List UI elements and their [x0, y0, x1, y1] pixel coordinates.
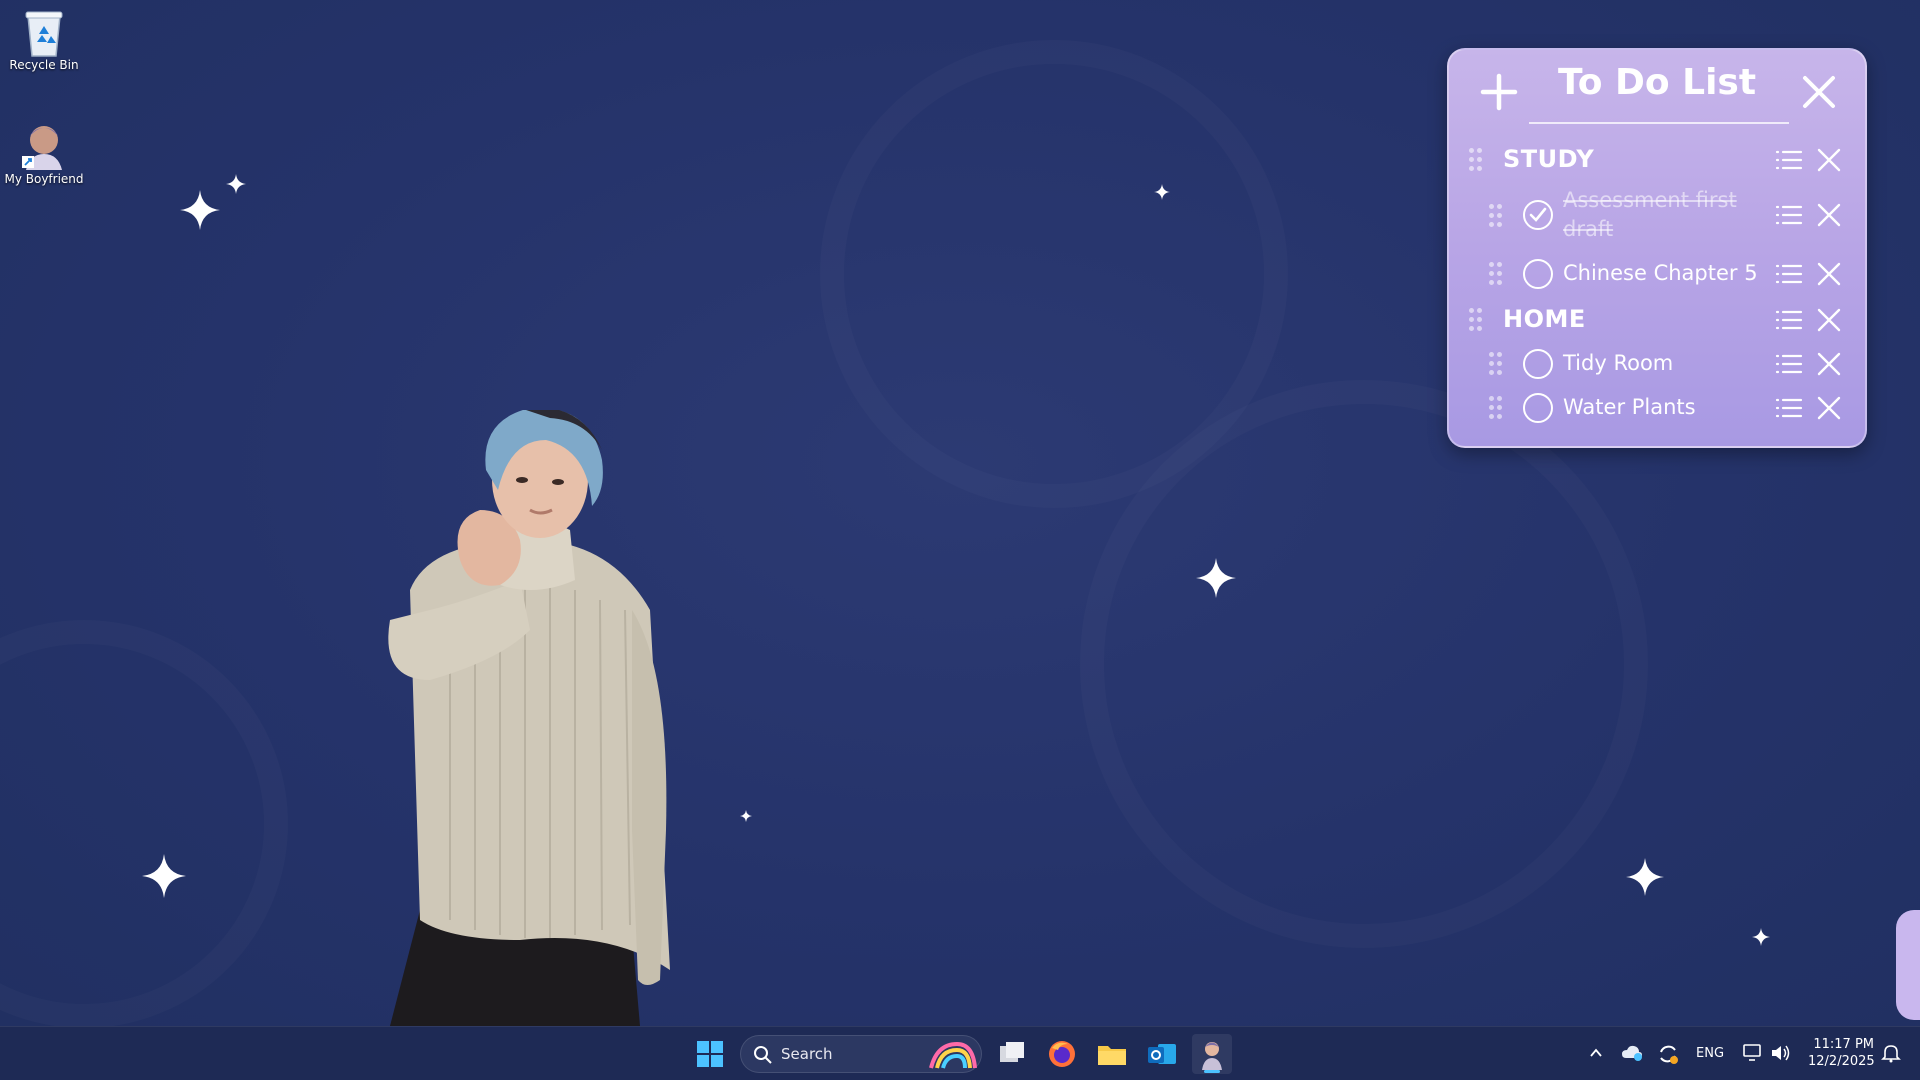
sync-icon[interactable]	[1656, 1042, 1680, 1066]
search-icon	[754, 1046, 772, 1064]
chevron-up-icon[interactable]	[1588, 1045, 1604, 1061]
notification-bell-icon[interactable]	[1880, 1042, 1902, 1064]
onedrive-icon[interactable]	[1620, 1042, 1644, 1064]
desktop: Recycle Bin My Boyfriend To Do List STUD…	[0, 0, 1920, 1026]
taskbar: Search ENG 11:17 PM 12/2/2025	[0, 1026, 1920, 1080]
delete-icon[interactable]	[1817, 308, 1841, 332]
category-row: STUDY	[1449, 140, 1865, 180]
sparkle-icon	[1752, 928, 1770, 946]
task-checkbox[interactable]	[1523, 393, 1553, 423]
close-widget-button[interactable]	[1799, 72, 1839, 112]
drag-handle[interactable]	[1489, 262, 1503, 286]
task-row: Tidy Room	[1449, 342, 1865, 386]
drag-handle[interactable]	[1469, 148, 1483, 172]
sparkle-icon	[1626, 858, 1664, 896]
start-icon[interactable]	[690, 1034, 730, 1074]
search-highlight-icon	[929, 1041, 977, 1069]
task-checkbox[interactable]	[1523, 349, 1553, 379]
volume-icon[interactable]	[1770, 1043, 1792, 1063]
desktop-icon-recycle-bin[interactable]: Recycle Bin	[0, 6, 88, 72]
desktop-icon-label: Recycle Bin	[9, 58, 79, 72]
desktop-icon-label: My Boyfriend	[4, 172, 84, 186]
search-placeholder: Search	[781, 1045, 833, 1063]
title-underline	[1529, 122, 1789, 124]
character-avatar[interactable]	[370, 410, 690, 1026]
active-app-indicator	[1204, 1070, 1220, 1073]
todo-header: To Do List	[1449, 50, 1865, 130]
task-view-icon[interactable]	[992, 1034, 1032, 1074]
category-row: HOME	[1449, 300, 1865, 340]
task-label: Tidy Room	[1563, 351, 1674, 375]
drag-handle[interactable]	[1489, 396, 1503, 420]
background-decoration	[1080, 380, 1648, 948]
task-label: Chinese Chapter 5	[1563, 261, 1758, 285]
firefox-icon[interactable]	[1042, 1034, 1082, 1074]
task-row: Chinese Chapter 5	[1449, 252, 1865, 296]
category-label: HOME	[1503, 305, 1586, 333]
system-clock[interactable]: 11:17 PM 12/2/2025	[1808, 1036, 1875, 1070]
sparkle-icon	[1196, 558, 1236, 598]
menu-icon[interactable]	[1775, 397, 1803, 419]
menu-icon[interactable]	[1775, 149, 1803, 171]
file-explorer-icon[interactable]	[1092, 1034, 1132, 1074]
network-icon[interactable]	[1742, 1043, 1764, 1063]
task-checkbox[interactable]	[1523, 200, 1553, 230]
delete-icon[interactable]	[1817, 262, 1841, 286]
delete-icon[interactable]	[1817, 203, 1841, 227]
task-label: Assessment first draft	[1563, 188, 1737, 241]
sparkle-icon	[142, 854, 186, 898]
checkmark-icon	[1529, 207, 1547, 222]
delete-icon[interactable]	[1817, 148, 1841, 172]
menu-icon[interactable]	[1775, 204, 1803, 226]
menu-icon[interactable]	[1775, 309, 1803, 331]
delete-icon[interactable]	[1817, 352, 1841, 376]
language-indicator[interactable]: ENG	[1696, 1046, 1724, 1061]
background-decoration	[0, 620, 288, 1026]
drag-handle[interactable]	[1489, 204, 1503, 228]
recycle-bin-icon	[20, 6, 68, 57]
sparkle-icon	[226, 174, 246, 194]
task-label: Water Plants	[1563, 395, 1696, 419]
clock-time: 11:17 PM	[1813, 1037, 1874, 1052]
sparkle-icon	[1154, 184, 1170, 200]
drag-handle[interactable]	[1469, 308, 1483, 332]
drag-handle[interactable]	[1489, 352, 1503, 376]
sparkle-icon	[180, 190, 220, 230]
clock-date: 12/2/2025	[1808, 1054, 1875, 1069]
category-label: STUDY	[1503, 145, 1595, 173]
task-checkbox[interactable]	[1523, 259, 1553, 289]
task-row: Assessment first draft	[1449, 186, 1865, 248]
menu-icon[interactable]	[1775, 353, 1803, 375]
menu-icon[interactable]	[1775, 263, 1803, 285]
my-boyfriend-app-icon[interactable]	[1192, 1034, 1232, 1074]
outlook-icon[interactable]	[1142, 1034, 1182, 1074]
side-panel-tab[interactable]	[1896, 910, 1920, 1020]
delete-icon[interactable]	[1817, 396, 1841, 420]
search-input[interactable]: Search	[740, 1035, 982, 1073]
desktop-icon-my-boyfriend[interactable]: My Boyfriend	[0, 120, 88, 186]
task-row: Water Plants	[1449, 386, 1865, 430]
sparkle-icon	[740, 810, 752, 822]
app-shortcut-icon	[20, 120, 68, 170]
todo-widget: To Do List STUDY Assessment first draft …	[1447, 48, 1867, 448]
